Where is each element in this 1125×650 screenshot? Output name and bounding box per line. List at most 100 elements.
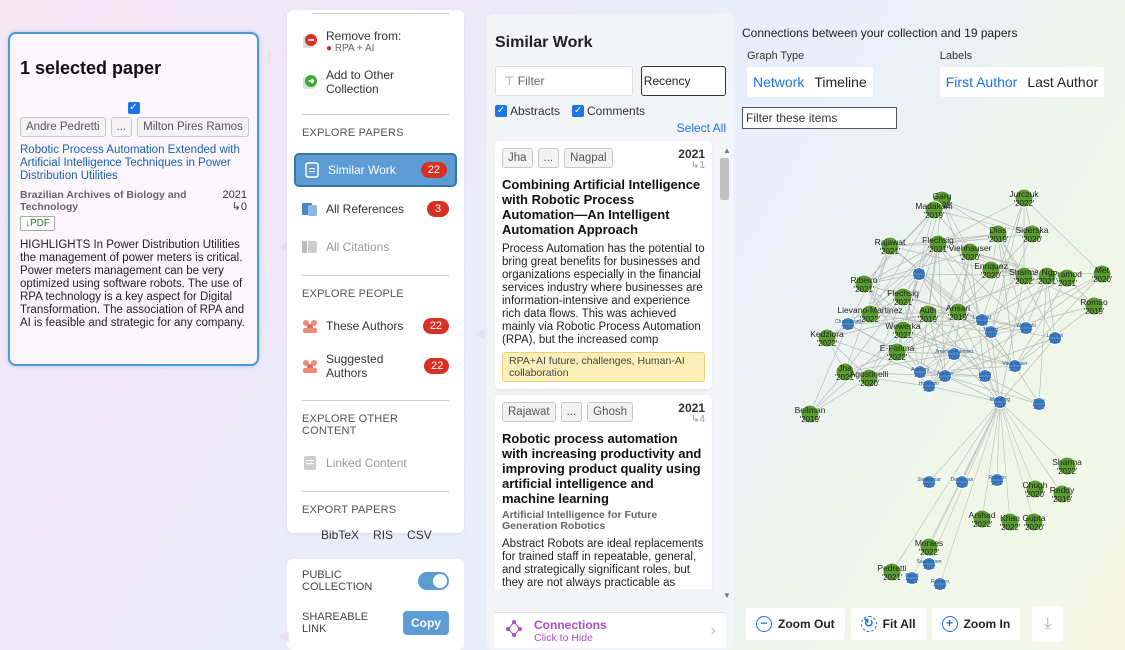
graph-node[interactable]: Sharma'2022'	[1009, 266, 1039, 286]
graph-node[interactable]: Moraes'2022'	[915, 537, 943, 557]
graph-node[interactable]: Madakam'2019'	[915, 200, 953, 220]
labels-last-author[interactable]: Last Author	[1027, 74, 1098, 90]
graph-node[interactable]: Agostinelli'2020'	[850, 368, 889, 388]
graph-node[interactable]: Bellman'2019'	[795, 404, 826, 424]
list-scrollbar[interactable]	[720, 158, 729, 200]
all-references-button[interactable]: All References 3	[302, 201, 449, 217]
graph-node[interactable]: Jurczuk'2022'	[1009, 188, 1039, 208]
graph-node[interactable]: Viehhauser'2020'	[949, 242, 992, 262]
graph-node[interactable]: Asatiani'2018'	[911, 365, 929, 380]
graph-node[interactable]: Pedretti'2021'	[877, 562, 907, 582]
abstracts-checkbox[interactable]: ✓	[495, 105, 507, 117]
graph-node[interactable]: Romão'2019'	[1080, 296, 1108, 316]
graph-node[interactable]: Sharma'2022'	[1052, 456, 1082, 476]
labels-first-author[interactable]: First Author	[946, 74, 1018, 90]
author-chip[interactable]: Jha	[502, 148, 533, 168]
linked-content-button[interactable]: Linked Content	[302, 455, 449, 471]
graph-node[interactable]: Chugh'2020'	[1022, 479, 1048, 499]
graph-node[interactable]: Saukkonen'2019'	[916, 557, 942, 572]
select-all-link[interactable]: Select All	[495, 121, 726, 135]
export-csv[interactable]: CSV	[407, 528, 432, 542]
export-ris[interactable]: RIS	[373, 528, 393, 542]
all-citations-button[interactable]: All Citations	[302, 239, 449, 255]
pdf-link[interactable]: ↓PDF	[20, 216, 55, 231]
card-title[interactable]: Robotic process automation with increasi…	[502, 431, 705, 506]
graph-node[interactable]: Reddy'2019'	[1050, 484, 1075, 504]
author-chip-first[interactable]: Andre Pedretti	[20, 117, 106, 137]
comments-checkbox[interactable]: ✓	[572, 105, 585, 117]
these-authors-button[interactable]: These Authors 22	[302, 318, 449, 334]
similar-paper-card[interactable]: Rajawat ... Ghosh 2021 ↳4 Robotic proces…	[495, 395, 712, 589]
graph-node[interactable]: Syed'2020'	[1032, 397, 1046, 412]
graph-node[interactable]: Wewerka'2021'	[885, 320, 921, 340]
labels-label: Labels	[939, 50, 973, 62]
graph-node[interactable]: Mendling'2018'	[990, 395, 1011, 410]
graph-node[interactable]: Hofmann'2020'	[919, 379, 940, 394]
scroll-up-icon[interactable]: ▲	[723, 146, 731, 155]
graph-node-year: '2020'	[981, 271, 1002, 280]
graph-node[interactable]: Gupta'2020'	[1022, 512, 1046, 532]
graph-node[interactable]: Auth'2019'	[918, 304, 939, 324]
graph-node[interactable]: Pramod'2021'	[1052, 268, 1082, 288]
download-button[interactable]: ⤓	[1032, 606, 1064, 642]
graph-filter-input[interactable]: Filter these items	[742, 107, 897, 129]
graph-node[interactable]: Romero'2019'	[931, 577, 949, 592]
explore-papers-heading: EXPLORE PAPERS	[302, 127, 404, 139]
collapse-nav-icon[interactable]: ◀	[474, 325, 485, 342]
graph-node[interactable]: Bassil'2021'	[905, 571, 919, 586]
connections-toggle-bar[interactable]: Connections Click to Hide ›	[494, 612, 726, 648]
similar-paper-card[interactable]: Jha ... Nagpal 2021 ↳1 Combining Artific…	[495, 141, 712, 389]
author-chip[interactable]: Ghosh	[587, 402, 634, 422]
graph-node[interactable]: Rajawat'2021'	[875, 236, 906, 256]
graph-type-network[interactable]: Network	[753, 74, 804, 90]
sort-select[interactable]: Recency	[640, 66, 726, 96]
copy-link-button[interactable]: Copy	[403, 611, 449, 635]
fit-all-button[interactable]: ↻ Fit All	[850, 608, 926, 640]
zoom-out-button[interactable]: − Zoom Out	[746, 608, 845, 640]
citations-icon	[302, 239, 318, 255]
selected-checkbox[interactable]: ✓	[127, 102, 140, 114]
zoom-in-button[interactable]: + Zoom In	[931, 608, 1021, 640]
drag-handle-icon[interactable]: ║	[266, 52, 273, 63]
graph-node[interactable]: Siderska'2020'	[1015, 224, 1049, 244]
card-title[interactable]: Combining Artificial Intelligence with R…	[502, 177, 705, 237]
similar-work-button[interactable]: Similar Work 22	[294, 153, 457, 187]
author-chip[interactable]: Rajawat	[502, 402, 556, 422]
graph-node[interactable]: Dias'2019'	[988, 224, 1009, 244]
abstracts-toggle[interactable]: ✓ Abstracts	[495, 104, 560, 118]
graph-node[interactable]: Arshad'2022'	[969, 509, 996, 529]
graph-type-timeline[interactable]: Timeline	[814, 74, 866, 90]
author-chip-more[interactable]: ...	[110, 117, 133, 137]
graph-node[interactable]: Ansari'2019'	[946, 302, 970, 322]
suggested-authors-button[interactable]: Suggested Authors 22	[302, 352, 449, 380]
network-graph[interactable]: Garg'2022'Jurczuk'2022'Madakam'2019'Dias…	[742, 154, 1125, 606]
graph-node[interactable]: Aalst'2018'	[912, 267, 926, 282]
author-chip-more[interactable]: ...	[537, 148, 560, 168]
author-chip-more[interactable]: ...	[560, 402, 583, 422]
paper-title-link[interactable]: Robotic Process Automation Extended with…	[20, 144, 247, 183]
graph-node[interactable]: Leopold'2018'	[973, 313, 991, 328]
graph-node[interactable]: Rozario'2020'	[988, 473, 1006, 488]
graph-node[interactable]: Leshob'2018'	[1047, 331, 1064, 346]
graph-node[interactable]: Huang'2019'	[984, 325, 999, 340]
add-to-other-collection[interactable]: Add to Other Collection	[302, 68, 449, 96]
similar-work-count: 22	[420, 162, 447, 178]
comments-toggle[interactable]: ✓ Comments	[572, 104, 645, 118]
graph-node[interactable]: Khan'2022'	[1000, 512, 1021, 532]
author-chip-last[interactable]: Milton Pires Ramos	[137, 117, 249, 137]
export-bibtex[interactable]: BibTeX	[321, 528, 359, 542]
author-chip[interactable]: Nagpal	[564, 148, 613, 168]
graph-node[interactable]: Enriquez'2020'	[974, 260, 1008, 280]
similar-filter-input[interactable]: ⊤ Filter	[495, 66, 633, 96]
graph-node[interactable]: Lacity'2016'	[978, 369, 992, 384]
graph-node[interactable]: Wilkinski'2019'	[1016, 321, 1036, 336]
graph-node[interactable]: Devarajan'2020'	[951, 475, 974, 490]
collapse-bottom-icon[interactable]: ◀	[278, 627, 289, 644]
graph-node[interactable]: Ribeiro'2021'	[851, 274, 878, 294]
graph-node[interactable]: Sivakumar'2019'	[917, 475, 941, 490]
scroll-down-icon[interactable]: ▼	[723, 591, 731, 600]
graph-node[interactable]: Met'2020'	[1092, 264, 1113, 284]
graph-node[interactable]: Aguirre'2017'	[937, 369, 953, 384]
remove-from-collection[interactable]: Remove from: ● RPA + AI	[302, 29, 449, 54]
public-collection-toggle[interactable]	[418, 572, 449, 590]
